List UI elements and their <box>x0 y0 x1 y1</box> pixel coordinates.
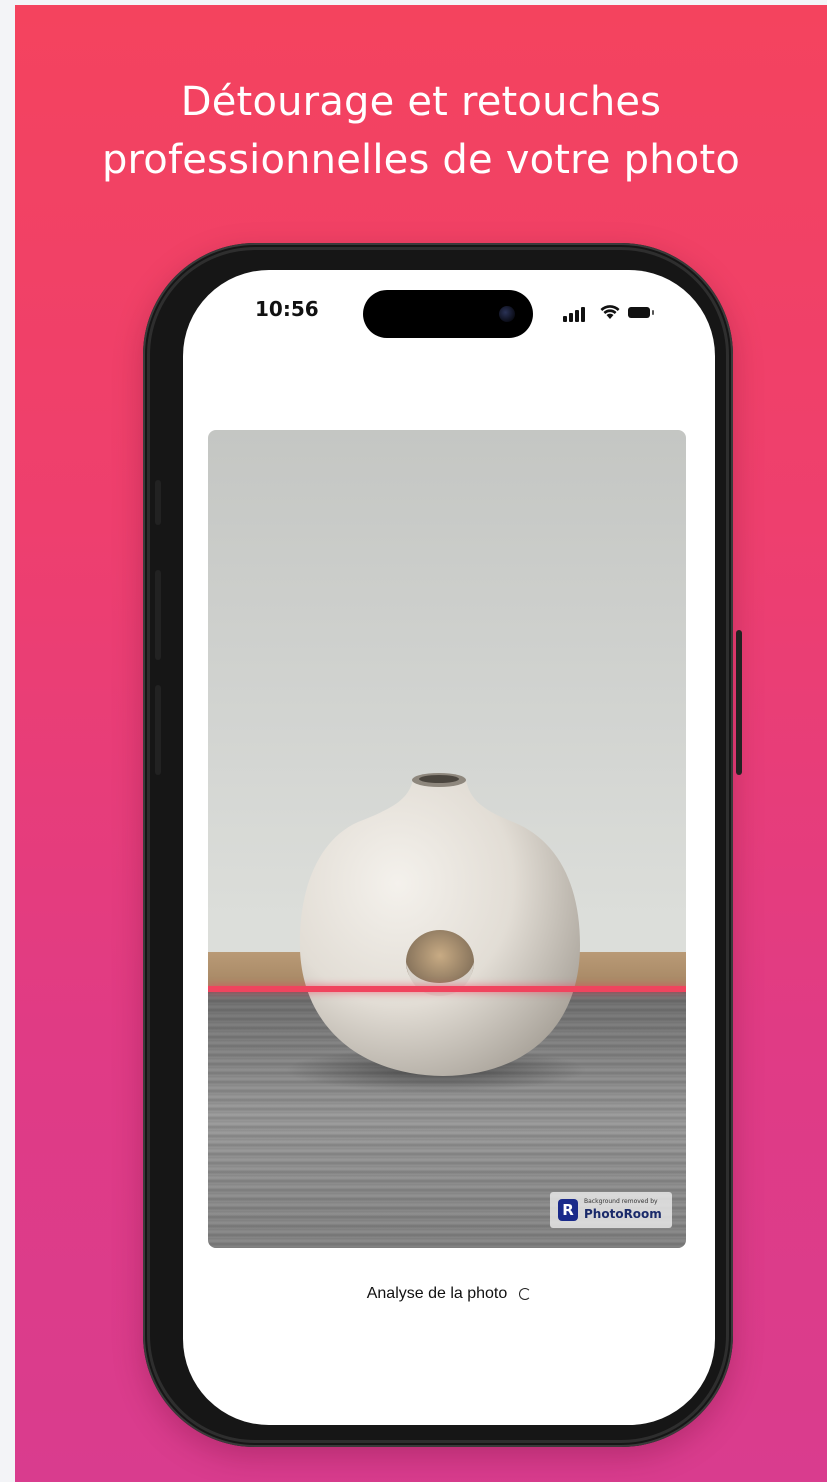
watermark-caption: Background removed by <box>584 1198 658 1205</box>
phone-screen: 10:56 R Background removed by PhotoRoom … <box>183 270 715 1425</box>
loading-spinner-icon <box>519 1288 532 1300</box>
volume-up-button <box>155 570 161 660</box>
analysis-status: Analyse de la photo <box>183 1285 715 1303</box>
status-time: 10:56 <box>255 297 319 321</box>
vase-image <box>286 773 586 1092</box>
camera-icon <box>499 306 515 322</box>
headline-line-2: professionnelles de votre photo <box>101 137 741 183</box>
dynamic-island <box>363 290 533 338</box>
headline: Détourage et retouches professionnelles … <box>15 73 827 189</box>
status-icons <box>563 302 673 322</box>
photoroom-watermark: R Background removed by PhotoRoom <box>550 1192 672 1228</box>
photo-preview: R Background removed by PhotoRoom <box>208 430 686 1248</box>
wifi-icon <box>600 305 620 319</box>
battery-icon <box>628 307 650 318</box>
volume-down-button <box>155 685 161 775</box>
action-button <box>155 480 161 525</box>
scan-line <box>208 986 686 992</box>
photoroom-logo-icon: R <box>558 1199 578 1221</box>
analysis-label: Analyse de la photo <box>366 1285 508 1302</box>
headline-line-1: Détourage et retouches <box>180 79 662 125</box>
watermark-brand: PhotoRoom <box>584 1207 662 1221</box>
power-button <box>736 630 742 775</box>
